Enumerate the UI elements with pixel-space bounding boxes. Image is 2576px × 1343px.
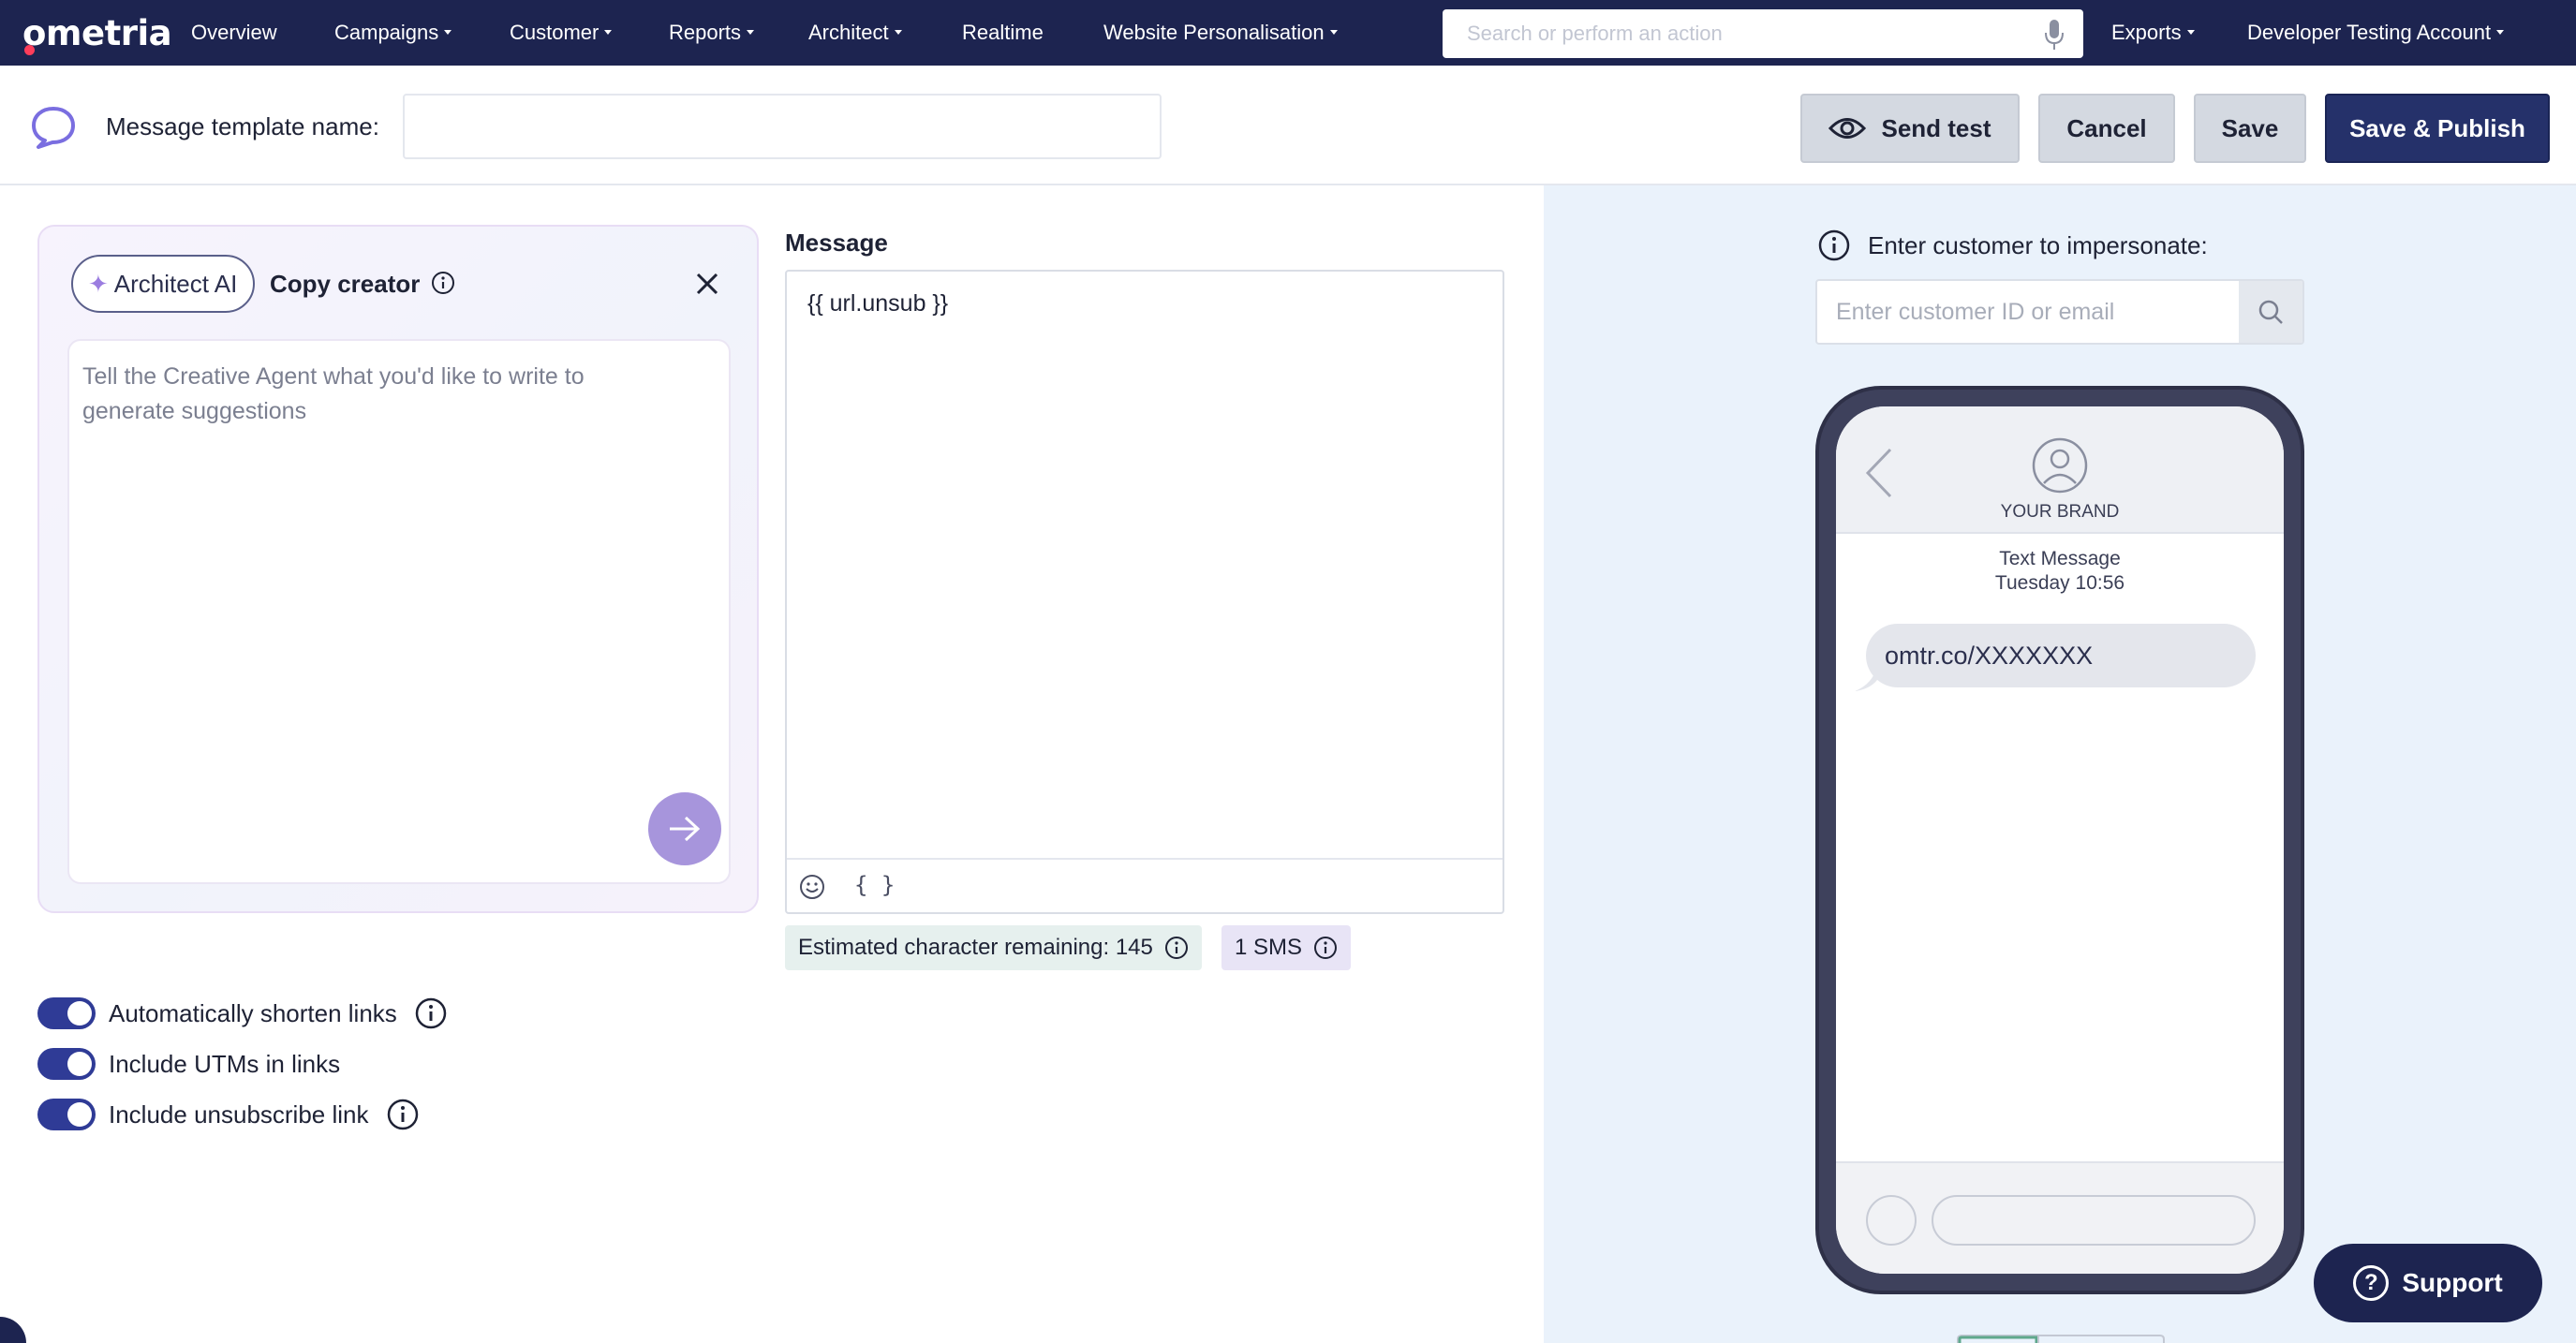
logo-text: metria (45, 13, 172, 53)
nav-realtime[interactable]: Realtime (962, 21, 1044, 45)
arrow-right-icon (670, 816, 701, 842)
nav-website-personalisation[interactable]: Website Personalisation (1103, 21, 1338, 45)
avatar-icon (2032, 437, 2088, 494)
generate-button[interactable] (648, 792, 721, 865)
impersonate-label-text: Enter customer to impersonate: (1868, 230, 2208, 259)
phone-screen: YOUR BRAND Text Message Tuesday 10:56 om… (1836, 406, 2284, 1274)
nav-exports[interactable]: Exports (2111, 21, 2195, 45)
message-type: Text Message (1999, 548, 2121, 569)
message-meta: Text Message Tuesday 10:56 (1836, 547, 2284, 596)
phone-preview: YOUR BRAND Text Message Tuesday 10:56 om… (1815, 386, 2304, 1294)
sms-count-text: 1 SMS (1235, 935, 1303, 960)
sms-header: YOUR BRAND (1836, 406, 2284, 534)
impersonate-label: Enter customer to impersonate: (1817, 229, 2208, 262)
ai-prompt-input[interactable]: Tell the Creative Agent what you'd like … (67, 339, 731, 884)
global-search (1443, 9, 2083, 58)
sms-compose-bar (1836, 1161, 2284, 1274)
info-icon[interactable] (1313, 936, 1338, 960)
sms-count-badge: 1 SMS (1221, 925, 1352, 970)
architect-ai-badge: ✦ Architect AI (71, 255, 255, 313)
info-icon[interactable] (431, 271, 455, 295)
impersonate-search-button[interactable] (2239, 281, 2302, 343)
compose-input-placeholder (1932, 1195, 2256, 1246)
sparkle-icon: ✦ (88, 269, 109, 298)
message-content[interactable]: {{ url.unsub }} (807, 290, 948, 317)
search-icon (2258, 300, 2283, 324)
info-icon[interactable] (1164, 936, 1189, 960)
help-icon: ? (2353, 1265, 2390, 1301)
toggle-row-shorten-links: Automatically shorten links (37, 995, 448, 1032)
chars-remaining-badge: Estimated character remaining: 145 (785, 925, 1202, 970)
include-unsubscribe-label: Include unsubscribe link (109, 1099, 369, 1129)
editor-header: Message template name: Send test Cancel … (0, 66, 2576, 185)
chevron-down-icon (2496, 29, 2505, 35)
nav-customer[interactable]: Customer (510, 21, 613, 45)
template-name-input[interactable] (403, 94, 1162, 159)
chevron-down-icon (604, 29, 613, 35)
preview-device-toggle[interactable] (1956, 1334, 2166, 1343)
info-icon[interactable] (414, 996, 448, 1030)
account-menu[interactable]: Developer Testing Account (2247, 21, 2505, 45)
chevron-down-icon (2186, 29, 2195, 35)
include-utms-toggle[interactable] (37, 1048, 96, 1080)
ometria-logo[interactable]: ometria (22, 13, 172, 55)
chevron-down-icon (747, 29, 755, 35)
corner-widget (0, 1317, 26, 1343)
ai-copy-creator-panel: ✦ Architect AI Copy creator Tell the Cre… (37, 225, 759, 913)
info-icon[interactable] (1817, 229, 1851, 262)
info-icon[interactable] (386, 1098, 420, 1131)
top-navigation: ometria Overview Campaigns Customer Repo… (0, 0, 2576, 66)
include-unsubscribe-toggle[interactable] (37, 1099, 96, 1130)
eye-icon (1828, 118, 1867, 139)
search-input[interactable] (1443, 9, 2005, 58)
chevron-down-icon (444, 29, 452, 35)
message-time: Tuesday 10:56 (1994, 572, 2125, 594)
brand-name: YOUR BRAND (2000, 502, 2120, 522)
save-publish-label: Save & Publish (2349, 113, 2525, 142)
preview-panel: Enter customer to impersonate: YOUR BRAN (1544, 185, 2576, 1343)
message-bubble: omtr.co/XXXXXXX (1866, 624, 2256, 687)
send-test-label: Send test (1881, 113, 1991, 142)
architect-ai-label: Architect AI (113, 269, 238, 298)
chars-remaining-text: Estimated character remaining: 145 (798, 935, 1153, 960)
chevron-down-icon (1329, 29, 1338, 35)
message-toolbar: { } (787, 858, 1503, 912)
cancel-button[interactable]: Cancel (2038, 94, 2175, 163)
compose-camera-placeholder (1866, 1195, 1917, 1246)
save-publish-button[interactable]: Save & Publish (2325, 94, 2550, 163)
support-button[interactable]: ? Support (2314, 1244, 2542, 1322)
ai-prompt-placeholder: Tell the Creative Agent what you'd like … (82, 363, 585, 424)
personalisation-tags-icon[interactable]: { } (854, 872, 895, 898)
save-label: Save (2221, 113, 2279, 142)
close-icon[interactable] (695, 272, 719, 296)
nav-architect[interactable]: Architect (808, 21, 902, 45)
chevron-down-icon (894, 29, 902, 35)
nav-overview[interactable]: Overview (191, 21, 277, 45)
message-label: Message (785, 229, 888, 257)
nav-campaigns[interactable]: Campaigns (334, 21, 452, 45)
microphone-icon[interactable] (2044, 19, 2065, 51)
toggle-row-utms: Include UTMs in links (37, 1045, 340, 1083)
send-test-button[interactable]: Send test (1800, 94, 2020, 163)
support-label: Support (2402, 1268, 2503, 1297)
save-button[interactable]: Save (2194, 94, 2306, 163)
cancel-label: Cancel (2066, 113, 2147, 142)
impersonate-input[interactable] (1817, 281, 2229, 343)
shorten-links-label: Automatically shorten links (109, 998, 397, 1027)
shorten-links-toggle[interactable] (37, 997, 96, 1029)
emoji-icon[interactable] (798, 873, 826, 901)
copy-creator-title: Copy creator (270, 270, 421, 298)
message-editor[interactable]: {{ url.unsub }} { } (785, 270, 1504, 914)
impersonate-field (1815, 279, 2304, 345)
nav-reports[interactable]: Reports (669, 21, 755, 45)
back-chevron-icon (1865, 448, 1892, 498)
toggle-row-unsubscribe: Include unsubscribe link (37, 1096, 420, 1133)
template-name-label: Message template name: (106, 112, 379, 140)
sms-channel-icon (32, 107, 75, 149)
include-utms-label: Include UTMs in links (109, 1049, 341, 1078)
